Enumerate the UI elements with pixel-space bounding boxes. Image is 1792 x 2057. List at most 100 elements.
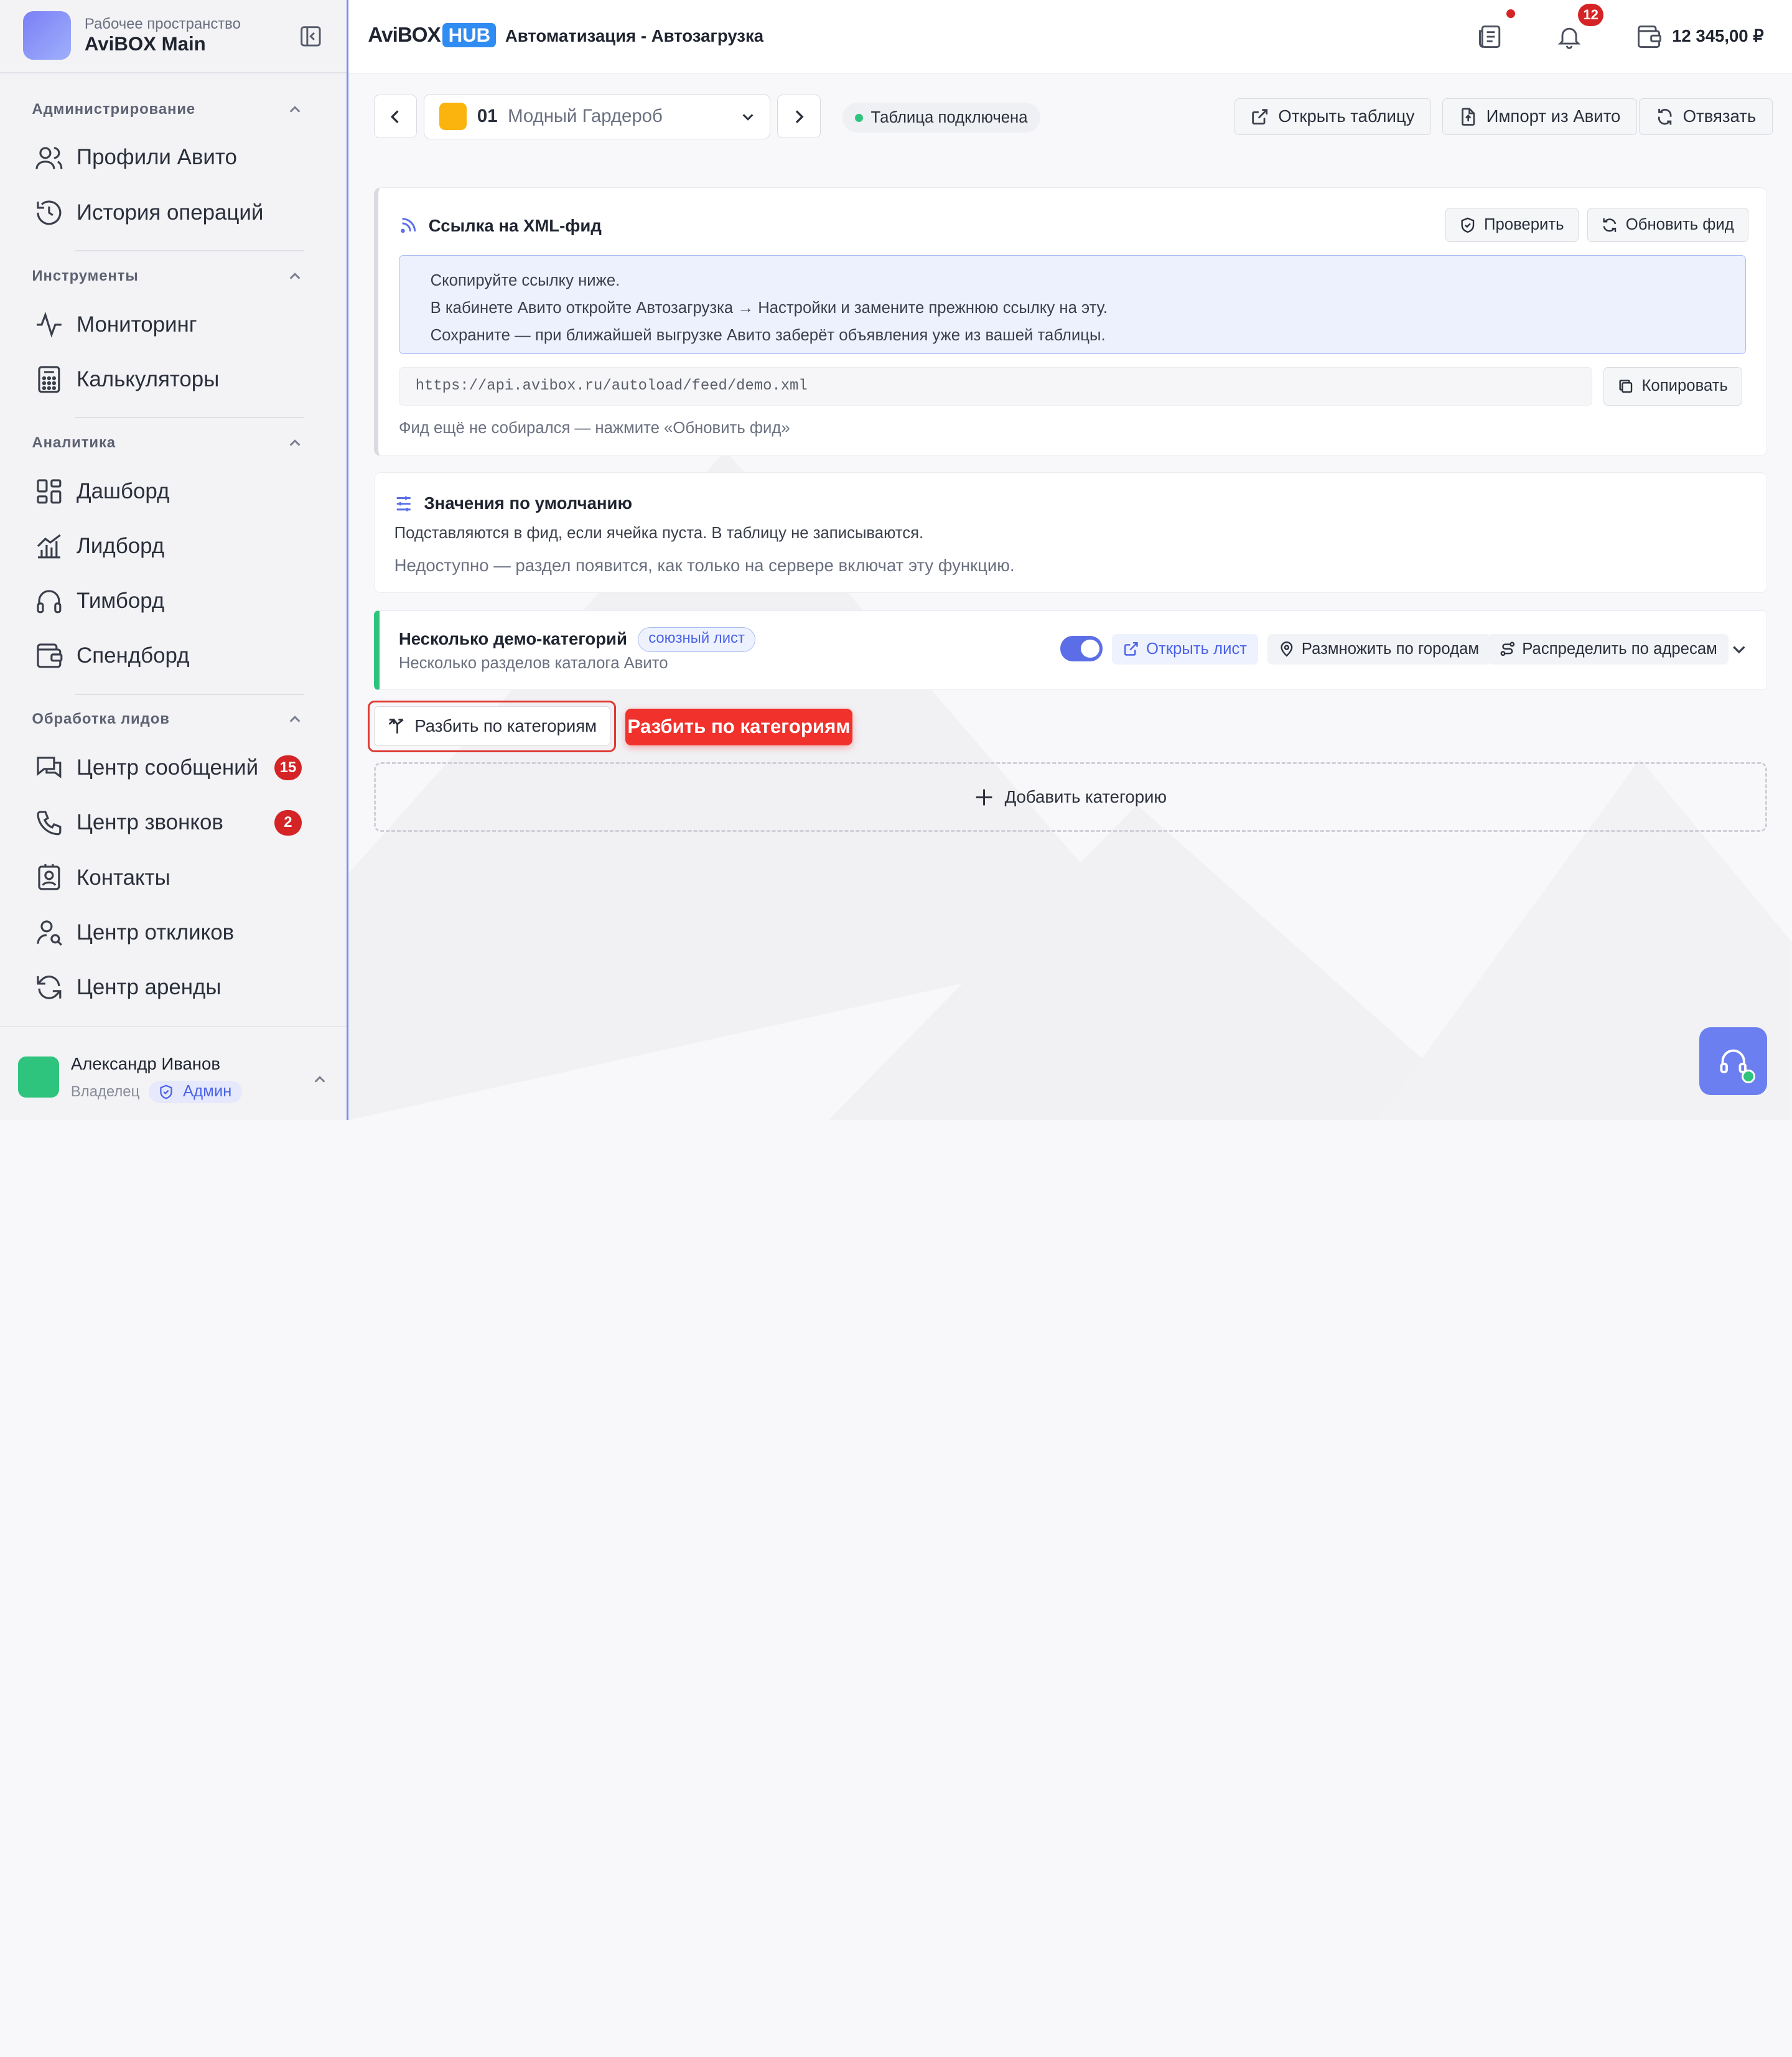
chevron-left-icon xyxy=(390,110,399,123)
user-profile[interactable]: Александр Иванов Владелец Админ xyxy=(0,1026,347,1120)
profile-name: Модный Гардероб xyxy=(508,106,663,127)
file-import-icon xyxy=(1461,108,1475,126)
sidebar-item-label: Контакты xyxy=(77,865,170,890)
phone-icon xyxy=(37,810,62,835)
status-text: Таблица подключена xyxy=(870,108,1028,126)
import-avito-button[interactable]: Импорт из Авито xyxy=(1442,98,1638,135)
section-leads-header[interactable]: Обработка лидов xyxy=(32,711,301,728)
admin-badge: Админ xyxy=(148,1080,242,1103)
external-link-icon xyxy=(1252,108,1268,124)
users-icon xyxy=(35,146,63,169)
sidebar-item-avito-profiles[interactable]: Профили Авито xyxy=(34,135,309,180)
split-by-categories-button[interactable]: Разбить по категориям xyxy=(373,706,610,747)
instruction-line: Скопируйте ссылку ниже. xyxy=(430,271,620,289)
sidebar-item-history[interactable]: История операций xyxy=(34,190,309,235)
add-category-button[interactable]: Добавить категорию xyxy=(373,762,1767,833)
multiply-by-cities-button[interactable]: Размножить по городам xyxy=(1267,633,1491,665)
refresh-feed-label: Обновить фид xyxy=(1625,216,1734,234)
workspace-switcher[interactable]: Рабочее пространство AviBOX Main xyxy=(22,11,241,60)
wallet-icon xyxy=(37,643,63,668)
copy-url-button[interactable]: Копировать xyxy=(1603,366,1742,406)
category-row[interactable]: Несколько демо-категорий союзный лист Не… xyxy=(373,610,1767,691)
section-title: Инструменты xyxy=(32,267,139,284)
refresh-icon xyxy=(37,975,62,999)
category-name: Несколько демо-категорий xyxy=(398,629,627,649)
unlink-icon xyxy=(1658,108,1672,125)
news-icon[interactable] xyxy=(1477,23,1504,50)
section-analytics-header[interactable]: Аналитика xyxy=(32,434,301,452)
missed-calls-badge: 2 xyxy=(274,810,302,836)
check-feed-button[interactable]: Проверить xyxy=(1445,208,1579,243)
profile-select[interactable]: 01 Модный Гардероб xyxy=(424,93,770,140)
external-link-icon xyxy=(1124,642,1138,656)
section-admin-header[interactable]: Администрирование xyxy=(32,101,301,118)
defaults-description: Подставляются в фид, если ячейка пуста. … xyxy=(394,525,924,543)
sidebar-item-label: Калькуляторы xyxy=(77,366,220,391)
sidebar: Рабочее пространство AviBOX Main Админис… xyxy=(0,0,349,1120)
section-tools-header[interactable]: Инструменты xyxy=(32,268,301,285)
sidebar-item-label: История операций xyxy=(77,200,264,225)
sidebar-item-spendboard[interactable]: Спендборд xyxy=(34,633,309,679)
distribute-label: Распределить по адресам xyxy=(1522,640,1717,658)
feed-instructions: Скопируйте ссылку ниже. В кабинете Авито… xyxy=(399,254,1747,355)
rss-icon xyxy=(401,218,416,233)
open-table-button[interactable]: Открыть таблицу xyxy=(1234,98,1432,135)
sidebar-item-messages[interactable]: Центр сообщений 15 xyxy=(34,745,309,791)
map-pin-icon xyxy=(1281,641,1293,657)
workspace-logo xyxy=(22,11,71,60)
connection-status: Таблица подключена xyxy=(842,103,1040,133)
collapse-sidebar-icon[interactable] xyxy=(299,25,322,48)
balance[interactable]: 12 345,00 ₽ xyxy=(1672,26,1764,46)
refresh-icon xyxy=(1603,218,1617,232)
sidebar-item-label: Центр откликов xyxy=(77,920,235,945)
sidebar-item-label: Центр звонков xyxy=(77,810,223,835)
chart-icon xyxy=(37,534,61,559)
open-sheet-button[interactable]: Открыть лист xyxy=(1111,633,1259,665)
calculator-icon xyxy=(38,366,60,393)
sidebar-item-dashboard[interactable]: Дашборд xyxy=(34,469,309,514)
category-subtitle: Несколько разделов каталога Авито xyxy=(398,654,668,672)
copy-icon xyxy=(1619,380,1633,393)
multiply-label: Размножить по городам xyxy=(1301,640,1480,658)
sidebar-item-calculators[interactable]: Калькуляторы xyxy=(34,357,309,402)
unread-badge: 15 xyxy=(274,755,302,781)
instruction-line: Сохраните — при ближайшей выгрузке Авито… xyxy=(430,327,1106,345)
headphones-icon xyxy=(37,590,62,613)
bell-icon[interactable] xyxy=(1556,23,1583,50)
distribute-by-addresses-button[interactable]: Распределить по адресам xyxy=(1488,633,1729,665)
highlight-tooltip: Разбить по категориям xyxy=(625,708,853,745)
section-title: Администрирование xyxy=(32,100,196,118)
sidebar-item-contacts[interactable]: Контакты xyxy=(34,855,309,900)
notifications-badge: 12 xyxy=(1578,3,1603,27)
wallet-icon[interactable] xyxy=(1635,23,1663,50)
next-profile-button[interactable] xyxy=(777,95,821,139)
sidebar-item-leadboard[interactable]: Лидборд xyxy=(34,523,309,569)
sidebar-item-teamboard[interactable]: Тимборд xyxy=(34,578,309,623)
section-title: Аналитика xyxy=(32,434,116,451)
feed-url-field[interactable]: https://api.avibox.ru/autoload/feed/demo… xyxy=(399,366,1592,406)
support-button[interactable] xyxy=(1699,1027,1767,1095)
sidebar-item-monitoring[interactable]: Мониторинг xyxy=(34,302,309,347)
chevron-down-icon[interactable] xyxy=(1731,641,1747,658)
sidebar-item-rent[interactable]: Центр аренды xyxy=(34,964,309,1010)
sidebar-item-label: Мониторинг xyxy=(77,312,197,337)
split-button-label: Разбить по категориям xyxy=(414,716,597,736)
prev-profile-button[interactable] xyxy=(373,95,418,139)
feed-note: Фид ещё не собирался — нажмите «Обновить… xyxy=(399,419,790,437)
refresh-feed-button[interactable]: Обновить фид xyxy=(1587,208,1748,243)
defaults-title-label: Значения по умолчанию xyxy=(424,493,632,513)
category-enabled-toggle[interactable] xyxy=(1060,636,1103,661)
sidebar-item-label: Спендборд xyxy=(77,643,190,668)
unlink-button[interactable]: Отвязать xyxy=(1638,98,1773,135)
sidebar-item-calls[interactable]: Центр звонков 2 xyxy=(34,800,309,846)
chevron-down-icon xyxy=(742,114,754,121)
dashboard-icon xyxy=(37,479,62,504)
profile-number: 01 xyxy=(477,106,498,127)
app-logo[interactable]: AviBOX HUB xyxy=(368,22,497,48)
split-icon xyxy=(388,718,404,734)
category-tag: союзный лист xyxy=(637,627,756,652)
chevron-up-icon xyxy=(314,1076,325,1083)
workspace-name: AviBOX Main xyxy=(84,33,206,55)
sidebar-item-responses[interactable]: Центр откликов xyxy=(34,910,309,955)
sliders-icon xyxy=(396,496,411,511)
